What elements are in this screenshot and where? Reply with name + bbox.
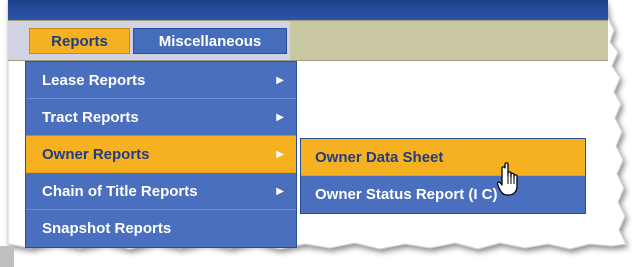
menu-item-tract-reports[interactable]: Tract Reports ▶	[26, 99, 296, 136]
menu-reports[interactable]: Reports	[29, 28, 130, 54]
menu-item-owner-reports[interactable]: Owner Reports ▶	[26, 136, 296, 173]
menu-item-label: Lease Reports	[42, 72, 146, 89]
submenu-arrow-icon: ▶	[276, 75, 284, 86]
submenu-item-owner-status-report[interactable]: Owner Status Report (I C)	[301, 176, 585, 213]
menu-item-label: Snapshot Reports	[42, 220, 172, 237]
menu-miscellaneous[interactable]: Miscellaneous	[133, 28, 287, 54]
submenu-arrow-icon: ▶	[276, 112, 284, 123]
submenu-item-owner-data-sheet[interactable]: Owner Data Sheet	[301, 139, 585, 176]
window-top-strip	[8, 0, 608, 20]
submenu-arrow-icon: ▶	[276, 149, 284, 160]
owner-reports-submenu: Owner Data Sheet Owner Status Report (I …	[300, 138, 586, 214]
menu-item-chain-of-title-reports[interactable]: Chain of Title Reports ▶	[26, 173, 296, 210]
menu-item-label: Chain of Title Reports	[42, 183, 198, 200]
menu-bar: Reports Miscellaneous	[8, 20, 608, 61]
hand-pointer-icon	[497, 162, 518, 196]
menu-item-label: Tract Reports	[42, 109, 139, 126]
menu-item-label: Owner Reports	[42, 146, 150, 163]
reports-dropdown-menu: Lease Reports ▶ Tract Reports ▶ Owner Re…	[25, 61, 297, 248]
submenu-arrow-icon: ▶	[276, 186, 284, 197]
menu-item-lease-reports[interactable]: Lease Reports ▶	[26, 62, 296, 99]
menu-item-snapshot-reports[interactable]: Snapshot Reports	[26, 210, 296, 247]
